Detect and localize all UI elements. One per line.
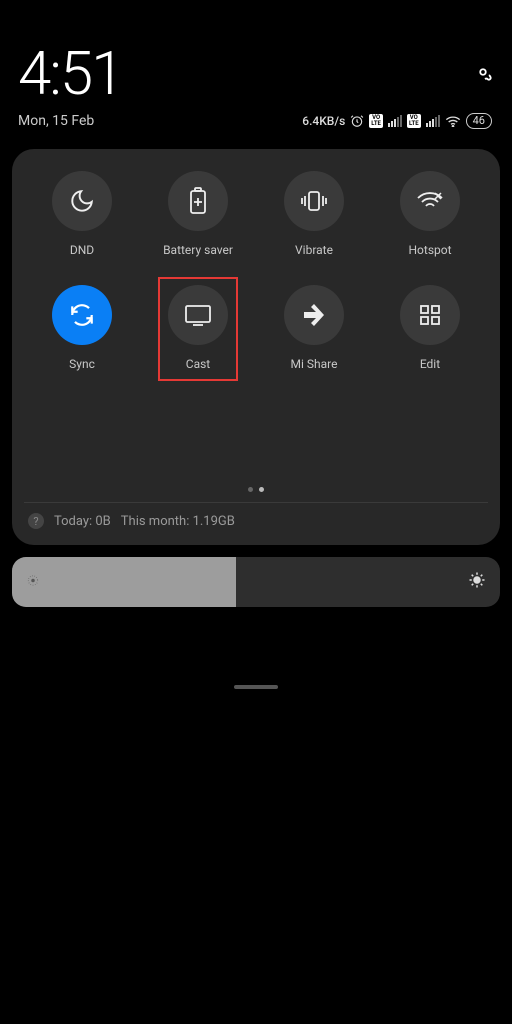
quick-settings-tiles: DND Battery saver Vibrate Hotspot Sync — [24, 171, 488, 371]
tile-dnd[interactable]: DND — [24, 171, 140, 257]
tile-label: DND — [70, 243, 94, 257]
mi-share-icon — [284, 285, 344, 345]
wifi-icon — [445, 115, 461, 127]
highlight-box: Cast — [158, 277, 238, 381]
data-usage-row[interactable]: ? Today: 0B This month: 1.19GB — [24, 513, 488, 533]
data-speed: 6.4KB/s — [302, 114, 345, 128]
tile-battery-saver[interactable]: Battery saver — [140, 171, 256, 257]
battery-plus-icon — [168, 171, 228, 231]
signal-icon-2 — [426, 115, 440, 127]
tile-cast[interactable]: Cast — [140, 285, 256, 371]
tile-vibrate[interactable]: Vibrate — [256, 171, 372, 257]
page-dot — [248, 487, 253, 492]
tile-mi-share[interactable]: Mi Share — [256, 285, 372, 371]
alarm-icon — [350, 114, 364, 128]
tile-label: Edit — [420, 357, 440, 371]
quick-settings-header: 4:51 Mon, 15 Feb 6.4KB/s VOLTE VOLTE — [0, 0, 512, 129]
tile-label: Hotspot — [408, 243, 451, 257]
tile-label: Cast — [186, 357, 210, 371]
tile-edit[interactable]: Edit — [372, 285, 488, 371]
hotspot-icon — [400, 171, 460, 231]
tile-hotspot[interactable]: Hotspot — [372, 171, 488, 257]
tile-sync[interactable]: Sync — [24, 285, 140, 371]
clock-time: 4:51 — [18, 38, 122, 109]
brightness-fill — [12, 557, 236, 607]
panel-spacer — [24, 371, 488, 481]
tile-label: Mi Share — [291, 357, 338, 371]
tile-label: Sync — [69, 357, 95, 371]
status-bar: 6.4KB/s VOLTE VOLTE 46 — [302, 113, 492, 129]
page-indicator — [24, 487, 488, 492]
brightness-high-icon — [468, 571, 486, 593]
cast-icon — [168, 285, 228, 345]
data-usage-today: Today: 0B — [54, 514, 111, 529]
drag-handle[interactable] — [234, 685, 278, 689]
data-usage-month: This month: 1.19GB — [121, 514, 235, 529]
brightness-low-icon — [26, 573, 40, 592]
sync-icon — [52, 285, 112, 345]
vibrate-icon — [284, 171, 344, 231]
settings-icon[interactable] — [472, 61, 494, 87]
quick-settings-panel: DND Battery saver Vibrate Hotspot Sync — [12, 149, 500, 545]
volte-badge-1: VOLTE — [369, 114, 383, 128]
moon-icon — [52, 171, 112, 231]
battery-indicator: 46 — [466, 113, 492, 129]
tile-label: Battery saver — [163, 243, 233, 257]
info-icon: ? — [28, 513, 44, 529]
date-label: Mon, 15 Feb — [18, 113, 94, 129]
tile-label: Vibrate — [295, 243, 333, 257]
page-dot-active — [259, 487, 264, 492]
volte-badge-2: VOLTE — [407, 114, 421, 128]
divider — [24, 502, 488, 503]
signal-icon-1 — [388, 115, 402, 127]
brightness-slider[interactable] — [12, 557, 500, 607]
grid-icon — [400, 285, 460, 345]
